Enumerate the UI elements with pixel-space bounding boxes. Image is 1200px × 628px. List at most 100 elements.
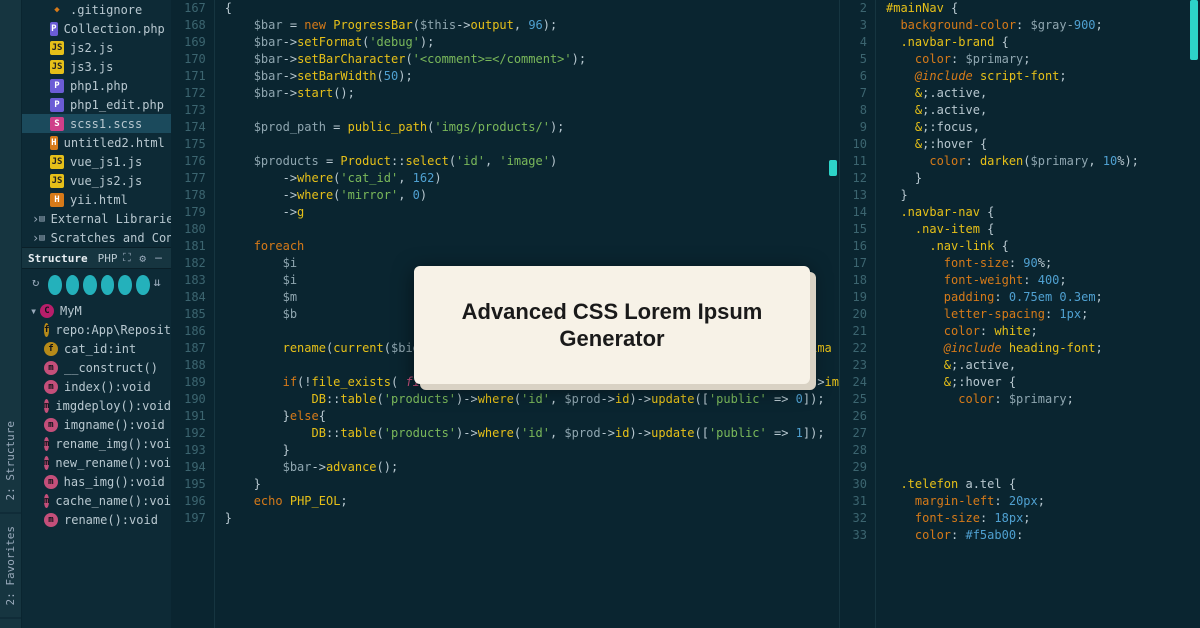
file-label: vue_js1.js [70,155,142,169]
filter-dot[interactable] [136,275,150,295]
file-row[interactable]: P Collection.php [22,19,171,38]
file-row[interactable]: JS js2.js [22,38,171,57]
scrollbar-right[interactable] [1190,0,1198,628]
method-icon: m [44,361,58,375]
member-label: new_rename():void [55,456,170,470]
minimize-icon[interactable]: ─ [152,251,165,265]
structure-member[interactable]: m imgdeploy():void [22,396,171,415]
tree-label: External Libraries [51,212,171,226]
collapse-icon[interactable]: ⇊ [154,275,161,295]
js-file-icon: JS [50,155,64,169]
file-row[interactable]: Pphp1_edit.php [22,95,171,114]
file-row[interactable]: Hyii.html [22,190,171,209]
filter-dot[interactable] [83,275,97,295]
structure-member[interactable]: m imgname():void [22,415,171,434]
member-label: imgname():void [64,418,165,432]
member-label: has_img():void [64,475,165,489]
filter-dot[interactable] [101,275,115,295]
method-icon: m [44,418,58,432]
file-label: js3.js [70,60,113,74]
structure-member[interactable]: m index():void [22,377,171,396]
js-file-icon: JS [50,174,64,188]
file-row[interactable]: JS vue_js2.js [22,171,171,190]
field-icon: f [44,323,49,337]
project-file-list: ◆.gitignorePCollection.phpJSjs2.jsJSjs3.… [22,0,171,209]
expand-icon[interactable]: ⛶ [120,251,133,265]
method-icon: m [44,456,49,470]
file-row[interactable]: JS js3.js [22,57,171,76]
structure-member[interactable]: m cache_name():void [22,491,171,510]
structure-member[interactable]: m rename():void [22,510,171,529]
tree-label: Scratches and Consoles [51,231,171,245]
gutter-tab-structure[interactable]: 2: Structure [0,409,21,513]
php-file-icon: P [50,79,64,93]
gear-icon[interactable]: ⚙ [136,251,149,265]
overlay-title: Advanced CSS Lorem Ipsum Generator [442,298,782,353]
structure-root[interactable]: ▾ C MyM [22,301,171,320]
scss-file-icon: S [50,117,64,131]
file-row[interactable]: Sscss1.scss [22,114,171,133]
file-row[interactable]: Huntitled2.html [22,133,171,152]
structure-member[interactable]: m __construct() [22,358,171,377]
js-file-icon: JS [50,60,64,74]
structure-member[interactable]: m has_img():void [22,472,171,491]
method-icon: m [44,380,58,394]
file-row[interactable]: Pphp1.php [22,76,171,95]
php-tab[interactable]: PHP [98,252,118,265]
refresh-icon[interactable]: ↻ [32,275,44,295]
filter-dot[interactable] [48,275,62,295]
method-icon: m [44,437,49,451]
structure-member[interactable]: m new_rename():void [22,453,171,472]
method-icon: m [44,399,49,413]
js-file-icon: JS [50,41,64,55]
member-label: repo:App\Repositories\ProductRepo [55,323,170,337]
method-icon: m [44,513,58,527]
file-row[interactable]: ◆ .gitignore [22,0,171,19]
file-label: php1.php [70,79,128,93]
member-label: imgdeploy():void [55,399,170,413]
filter-dot[interactable] [118,275,132,295]
file-label: scss1.scss [70,117,142,131]
php-file-icon: P [50,98,64,112]
tree-row[interactable]: ›▤Scratches and Consoles [22,228,171,247]
filter-dot[interactable] [66,275,80,295]
file-label: yii.html [70,193,128,207]
member-label: __construct() [64,361,158,375]
php-file-icon: P [50,22,58,36]
structure-member[interactable]: m rename_img():void [22,434,171,453]
html-file-icon: H [50,136,58,150]
html-file-icon: H [50,193,64,207]
file-label: php1_edit.php [70,98,164,112]
tree-row[interactable]: ›▤External Libraries [22,209,171,228]
code-right[interactable]: #mainNav { background-color: $gray-900; … [876,0,1200,628]
file-label: .gitignore [70,3,142,17]
structure-tab[interactable]: Structure [28,252,88,265]
scrollbar-left[interactable] [829,0,837,628]
member-label: rename():void [64,513,158,527]
sidebar: ◆.gitignorePCollection.phpJSjs2.jsJSjs3.… [22,0,171,628]
structure-tree: ▾ C MyM f repo:App\Repositories\ProductRe… [22,301,171,628]
line-gutter-right: 2345678910111213141516171819202122232425… [840,0,876,628]
structure-panel-header: Structure PHP ⛶ ⚙ ─ [22,247,171,269]
editor-pane-scss[interactable]: 2345678910111213141516171819202122232425… [840,0,1200,628]
member-label: rename_img():void [55,437,170,451]
file-label: Collection.php [64,22,165,36]
structure-member[interactable]: f repo:App\Repositories\ProductRepo [22,320,171,339]
member-label: cache_name():void [55,494,170,508]
field-icon: f [44,342,58,356]
structure-filter-toolbar: ↻ ⇊ [22,269,171,301]
git-file-icon: ◆ [50,3,64,17]
file-label: vue_js2.js [70,174,142,188]
line-gutter-left: 1671681691701711721731741751761771781791… [171,0,215,628]
structure-member[interactable]: f cat_id:int [22,339,171,358]
file-label: js2.js [70,41,113,55]
file-row[interactable]: JS vue_js1.js [22,152,171,171]
overlay-card: Advanced CSS Lorem Ipsum Generator [414,266,810,384]
member-label: index():void [64,380,151,394]
method-icon: m [44,475,58,489]
file-label: untitled2.html [64,136,165,150]
gutter-tab-favorites[interactable]: 2: Favorites [0,514,21,618]
left-tool-gutter: 2: Structure 2: Favorites [0,0,22,628]
method-icon: m [44,494,49,508]
member-label: cat_id:int [64,342,136,356]
